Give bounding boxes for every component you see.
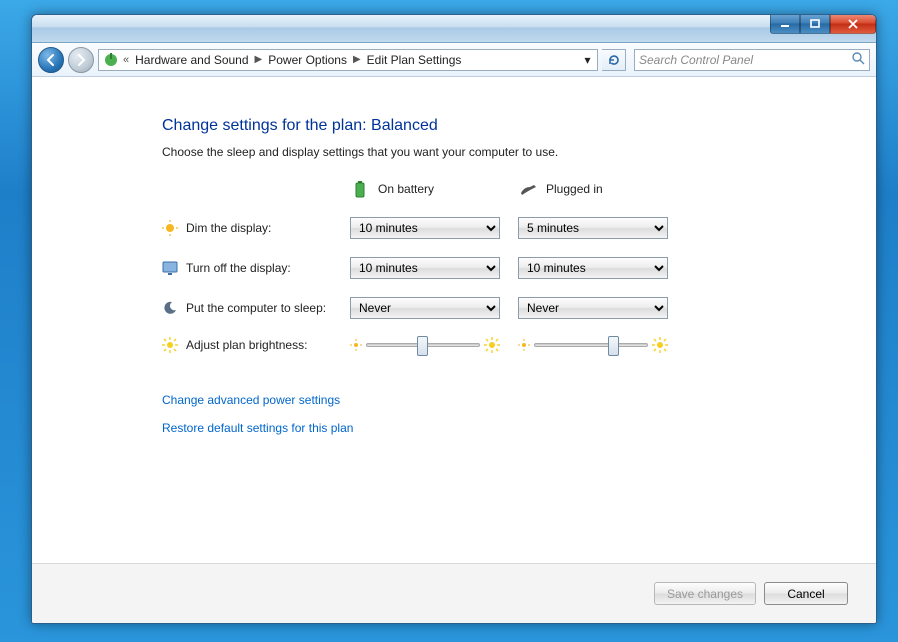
slider-track[interactable]	[534, 343, 648, 347]
maximize-button[interactable]	[800, 14, 830, 34]
column-header-plugged: Plugged in	[518, 179, 678, 199]
page-subtext: Choose the sleep and display settings th…	[162, 145, 876, 159]
battery-icon	[350, 179, 370, 199]
search-input[interactable]: Search Control Panel	[634, 49, 870, 71]
monitor-icon	[162, 260, 178, 276]
dim-plugged-select[interactable]: 5 minutes	[518, 217, 668, 239]
chevron-right-icon: ▶	[351, 54, 363, 65]
sun-small-icon	[518, 339, 530, 351]
page-heading: Change settings for the plan: Balanced	[162, 117, 876, 135]
address-dropdown-button[interactable]: ▾	[579, 50, 595, 70]
row-label-sleep: Put the computer to sleep:	[162, 300, 342, 316]
turnoff-battery-select[interactable]: 10 minutes	[350, 257, 500, 279]
column-header-plugged-label: Plugged in	[546, 182, 603, 196]
brightness-battery-slider[interactable]	[350, 337, 500, 353]
sleep-battery-select[interactable]: Never	[350, 297, 500, 319]
sun-big-icon	[484, 337, 500, 353]
footer-bar: Save changes Cancel	[32, 563, 876, 623]
sleep-plugged-select[interactable]: Never	[518, 297, 668, 319]
control-panel-window: « Hardware and Sound ▶ Power Options ▶ E…	[31, 14, 877, 624]
slider-thumb[interactable]	[608, 336, 619, 356]
row-label-dim: Dim the display:	[162, 220, 342, 236]
slider-thumb[interactable]	[417, 336, 428, 356]
breadcrumb-seg-3[interactable]: Edit Plan Settings	[363, 53, 466, 67]
sun-small-icon	[350, 339, 362, 351]
address-bar[interactable]: « Hardware and Sound ▶ Power Options ▶ E…	[98, 49, 598, 71]
chevron-right-icon: ▶	[253, 54, 265, 65]
navigation-bar: « Hardware and Sound ▶ Power Options ▶ E…	[32, 43, 876, 77]
moon-icon	[162, 300, 178, 316]
breadcrumb-seg-2[interactable]: Power Options	[264, 53, 351, 67]
save-button[interactable]: Save changes	[654, 582, 756, 605]
content-area: Change settings for the plan: Balanced C…	[32, 77, 876, 623]
row-label-turnoff-text: Turn off the display:	[186, 261, 291, 275]
column-header-battery-label: On battery	[378, 182, 434, 196]
titlebar[interactable]	[32, 15, 876, 43]
row-label-brightness: Adjust plan brightness:	[162, 337, 342, 353]
close-button[interactable]	[830, 14, 876, 34]
cancel-button[interactable]: Cancel	[764, 582, 848, 605]
row-label-brightness-text: Adjust plan brightness:	[186, 338, 307, 352]
forward-button[interactable]	[68, 47, 94, 73]
chevron-left-icon: «	[123, 54, 129, 66]
search-icon	[851, 51, 865, 68]
brightness-plugged-slider[interactable]	[518, 337, 668, 353]
row-label-turnoff: Turn off the display:	[162, 260, 342, 276]
sun-big-icon	[652, 337, 668, 353]
turnoff-plugged-select[interactable]: 10 minutes	[518, 257, 668, 279]
slider-track[interactable]	[366, 343, 480, 347]
minimize-button[interactable]	[770, 14, 800, 34]
breadcrumb-seg-1[interactable]: Hardware and Sound	[131, 53, 252, 67]
search-placeholder: Search Control Panel	[639, 53, 753, 67]
link-advanced-settings[interactable]: Change advanced power settings	[162, 393, 876, 407]
brightness-icon	[162, 337, 178, 353]
row-label-dim-text: Dim the display:	[186, 221, 271, 235]
column-header-battery: On battery	[350, 179, 510, 199]
row-label-sleep-text: Put the computer to sleep:	[186, 301, 326, 315]
dim-battery-select[interactable]: 10 minutes	[350, 217, 500, 239]
dim-display-icon	[162, 220, 178, 236]
power-options-icon	[103, 52, 119, 68]
plug-icon	[518, 179, 538, 199]
refresh-button[interactable]	[602, 49, 626, 71]
back-button[interactable]	[38, 47, 64, 73]
link-restore-defaults[interactable]: Restore default settings for this plan	[162, 421, 876, 435]
